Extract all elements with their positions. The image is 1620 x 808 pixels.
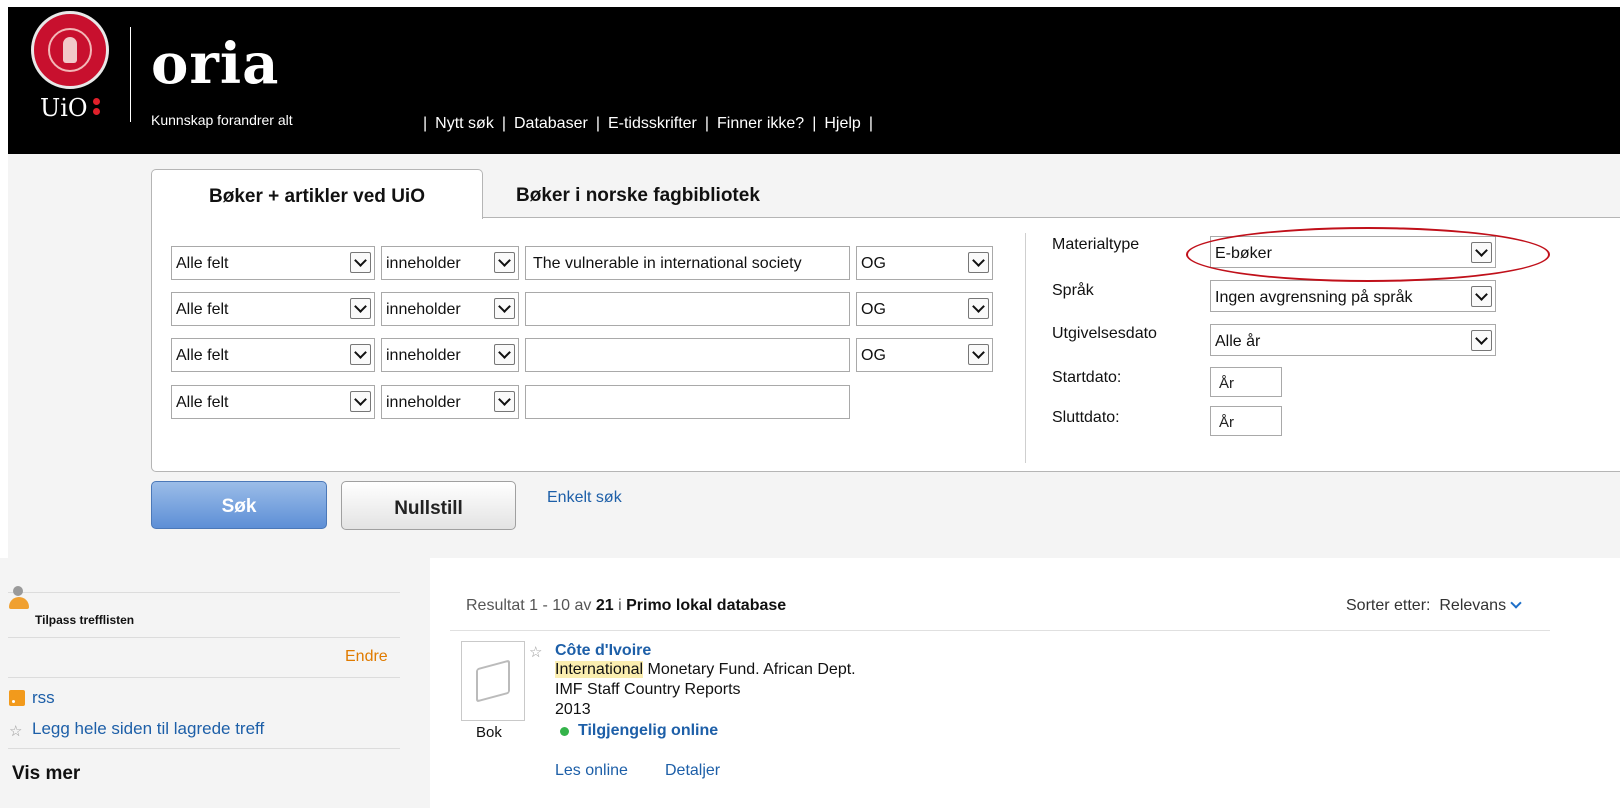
tab-norske-fagbibliotek[interactable]: Bøker i norske fagbibliotek <box>516 169 760 217</box>
sluttdato-label: Sluttdato: <box>1052 409 1120 426</box>
chevron-down-icon <box>1471 286 1492 307</box>
chevron-down-icon <box>968 344 989 365</box>
results-count: Resultat 1 - 10 av 21 i Primo lokal data… <box>466 597 787 614</box>
materialtype-label: Materialtype <box>1052 236 1140 253</box>
field-select-1[interactable]: Alle felt <box>171 246 375 280</box>
chevron-down-icon <box>494 252 515 273</box>
chevron-down-icon <box>350 298 371 319</box>
search-input-4[interactable] <box>525 385 850 419</box>
save-page-link[interactable]: Legg hele siden til lagrede treff <box>32 719 264 739</box>
book-icon <box>476 659 510 703</box>
details-link[interactable]: Detaljer <box>665 762 720 780</box>
top-navigation: | Nytt søk | Databaser | E-tidsskrifter … <box>423 115 873 133</box>
chevron-down-icon <box>494 344 515 365</box>
result-type: Bok <box>476 724 502 741</box>
book-thumbnail[interactable] <box>461 641 525 721</box>
startdato-label: Startdato: <box>1052 369 1122 386</box>
rss-link[interactable]: rss <box>32 688 55 708</box>
sort-control[interactable]: Sorter etter: Relevans <box>1346 597 1522 615</box>
available-status-icon <box>560 727 569 736</box>
nav-databaser[interactable]: Databaser <box>514 115 588 133</box>
chevron-down-icon <box>968 252 989 273</box>
filters-divider <box>1025 233 1026 463</box>
utgivelsesdato-select[interactable]: Alle år <box>1210 324 1496 356</box>
operator-select-3[interactable]: inneholder <box>381 338 519 372</box>
nav-nytt-sok[interactable]: Nytt søk <box>435 115 494 133</box>
uio-logo-dots <box>93 98 101 118</box>
bool-select-1[interactable]: OG <box>856 246 993 280</box>
sluttdato-input[interactable]: År <box>1210 406 1282 436</box>
search-input-3[interactable] <box>525 338 850 372</box>
chevron-down-icon <box>1471 330 1492 351</box>
search-button[interactable]: Søk <box>151 481 327 529</box>
search-input-2[interactable] <box>525 292 850 326</box>
uio-seal-logo[interactable] <box>31 11 109 89</box>
field-select-3[interactable]: Alle felt <box>171 338 375 372</box>
search-input-1[interactable]: The vulnerable in international society <box>525 246 850 280</box>
rss-icon[interactable] <box>9 690 25 706</box>
user-icon <box>9 586 33 610</box>
chevron-down-icon <box>350 391 371 412</box>
bool-select-3[interactable]: OG <box>856 338 993 372</box>
operator-select-4[interactable]: inneholder <box>381 385 519 419</box>
customize-results-label: Tilpass trefflisten <box>35 613 135 627</box>
results-divider <box>450 630 1550 631</box>
oria-brand[interactable]: oria <box>151 31 279 97</box>
annotation-oval <box>1186 227 1550 282</box>
uio-logo-text: UiO <box>40 94 88 122</box>
utgivelsesdato-label: Utgivelsesdato <box>1052 325 1157 342</box>
startdato-input[interactable]: År <box>1210 367 1282 397</box>
nav-e-tidsskrifter[interactable]: E-tidsskrifter <box>608 115 697 133</box>
header-divider <box>130 27 131 122</box>
simple-search-link[interactable]: Enkelt søk <box>547 489 622 507</box>
show-more-heading: Vis mer <box>12 763 81 784</box>
chevron-down-icon <box>1510 597 1522 609</box>
sprak-label: Språk <box>1052 282 1094 299</box>
bool-select-2[interactable]: OG <box>856 292 993 326</box>
chevron-down-icon <box>494 391 515 412</box>
result-year: 2013 <box>555 701 591 718</box>
sidebar-divider <box>8 592 400 593</box>
chevron-down-icon <box>350 252 371 273</box>
sprak-select[interactable]: Ingen avgrensning på språk <box>1210 280 1496 312</box>
result-author: International Monetary Fund. African Dep… <box>555 661 856 678</box>
star-icon[interactable]: ☆ <box>529 643 542 661</box>
sort-value: Relevans <box>1439 597 1507 614</box>
chevron-down-icon <box>968 298 989 319</box>
site-header: UiO oria Kunnskap forandrer alt | Nytt s… <box>8 7 1620 154</box>
tagline: Kunnskap forandrer alt <box>151 112 293 128</box>
operator-select-2[interactable]: inneholder <box>381 292 519 326</box>
field-select-4[interactable]: Alle felt <box>171 385 375 419</box>
availability-link[interactable]: Tilgjengelig online <box>578 722 718 740</box>
field-select-2[interactable]: Alle felt <box>171 292 375 326</box>
sidebar-divider <box>8 677 400 678</box>
operator-select-1[interactable]: inneholder <box>381 246 519 280</box>
nav-finner-ikke[interactable]: Finner ikke? <box>717 115 804 133</box>
reset-button[interactable]: Nullstill <box>341 481 516 530</box>
star-icon[interactable]: ☆ <box>9 722 22 740</box>
sidebar-divider <box>8 748 400 749</box>
sidebar-divider <box>8 637 400 638</box>
nav-hjelp[interactable]: Hjelp <box>824 115 860 133</box>
read-online-link[interactable]: Les online <box>555 762 628 780</box>
result-series: IMF Staff Country Reports <box>555 681 741 698</box>
tab-boker-artikler-uio[interactable]: Bøker + artikler ved UiO <box>151 169 483 219</box>
change-link[interactable]: Endre <box>345 648 388 666</box>
chevron-down-icon <box>494 298 515 319</box>
result-title[interactable]: Côte d'Ivoire <box>555 642 651 660</box>
chevron-down-icon <box>350 344 371 365</box>
